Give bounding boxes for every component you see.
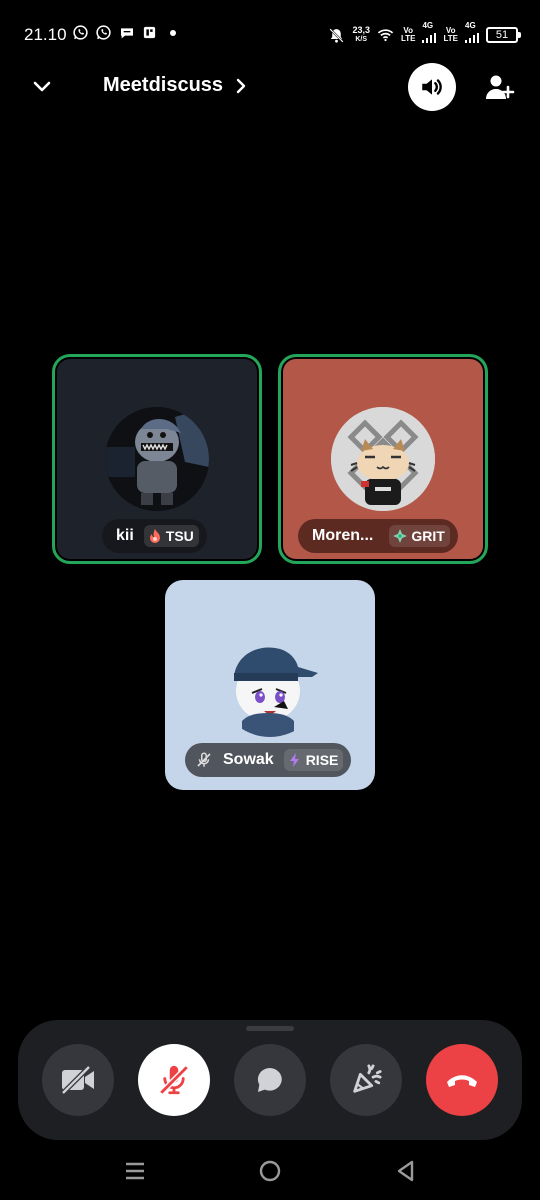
activities-button[interactable] <box>330 1044 402 1116</box>
end-call-icon <box>447 1075 477 1087</box>
activities-icon <box>353 1064 382 1093</box>
net-speed-unit: K/S <box>355 36 368 43</box>
server-tag-label: TSU <box>165 528 194 544</box>
participant-name-pill: Moren... GRIT <box>298 519 458 553</box>
add-user-icon <box>486 75 515 99</box>
participant-name: Sowak <box>223 751 274 768</box>
add-user-button[interactable] <box>484 71 516 103</box>
avatar <box>331 407 435 511</box>
mic-off-icon <box>159 1065 189 1095</box>
speaker-icon <box>422 79 442 95</box>
battery-icon: 51 <box>486 27 521 43</box>
participant-tile-sowak[interactable]: Sowak RISE <box>165 580 375 790</box>
notification-icons <box>72 24 181 41</box>
participant-name: Moren... <box>312 527 374 544</box>
whatsapp-icon <box>95 24 112 41</box>
system-status-icons: 23,3 K/S Vo LTE 4G Vo LTE 4G 51 <box>328 21 521 48</box>
server-tag: TSU <box>143 525 199 547</box>
chat-icon <box>257 1067 282 1092</box>
status-time: 21.10 <box>24 25 67 44</box>
sim2-signal: 4G <box>465 22 479 48</box>
channel-title-button[interactable]: Meetdiscuss <box>103 74 247 97</box>
avatar <box>218 633 322 737</box>
dot-icon <box>164 24 181 41</box>
sim2-network: 4G <box>465 21 476 30</box>
home-button[interactable] <box>257 1158 283 1184</box>
server-tag-label: RISE <box>305 752 339 768</box>
sim1-label-bottom: LTE <box>400 34 416 43</box>
chat-button[interactable] <box>234 1044 306 1116</box>
bolt-icon <box>287 752 303 768</box>
signal-icon <box>465 30 479 48</box>
network-speed: 23,3 K/S <box>352 26 370 44</box>
net-speed-value: 23,3 <box>352 25 370 35</box>
avatar <box>105 407 209 511</box>
flame-icon <box>147 528 163 544</box>
sim1-volte: Vo LTE <box>401 27 416 43</box>
sim2-volte: Vo LTE <box>443 27 458 43</box>
participant-tile-kii[interactable]: kii TSU <box>52 354 262 564</box>
call-controls <box>18 1020 522 1140</box>
battery-level: 51 <box>495 29 509 41</box>
recent-apps-button[interactable] <box>122 1158 148 1184</box>
menu-icon <box>126 1162 144 1180</box>
sim2-label-bottom: LTE <box>443 34 458 43</box>
channel-title: Meetdiscuss <box>103 74 224 96</box>
back-button[interactable] <box>392 1158 418 1184</box>
video-off-icon <box>61 1065 94 1095</box>
participant-name: kii <box>116 527 134 544</box>
signal-icon <box>422 30 437 48</box>
drag-handle[interactable] <box>246 1026 294 1031</box>
mic-toggle-button[interactable] <box>138 1044 210 1116</box>
server-tag-label: GRIT <box>411 528 445 544</box>
chat-bubble-icon <box>118 24 135 41</box>
sparkle-icon <box>392 528 408 544</box>
camera-toggle-button[interactable] <box>42 1044 114 1116</box>
system-nav-bar <box>0 1140 540 1200</box>
participant-tile-moren[interactable]: Moren... GRIT <box>278 354 488 564</box>
server-tag: GRIT <box>389 525 450 547</box>
participant-name-pill: Sowak RISE <box>185 743 352 777</box>
bell-off-icon <box>328 27 345 44</box>
server-tag: RISE <box>283 749 344 771</box>
sim1-signal: 4G <box>422 21 437 48</box>
collapse-button[interactable] <box>28 74 56 98</box>
end-call-button[interactable] <box>426 1044 498 1116</box>
call-header: Meetdiscuss <box>0 60 540 114</box>
wifi-icon <box>377 27 394 44</box>
home-icon <box>259 1160 281 1182</box>
chevron-right-icon <box>236 78 246 93</box>
participant-name-pill: kii TSU <box>102 519 207 553</box>
whatsapp-icon <box>72 24 89 41</box>
muted-icon <box>195 751 213 769</box>
app-icon <box>141 24 158 41</box>
chevron-down-icon <box>33 81 51 92</box>
speaker-button[interactable] <box>408 63 456 111</box>
sim1-network: 4G <box>422 21 434 30</box>
back-icon <box>397 1160 414 1182</box>
